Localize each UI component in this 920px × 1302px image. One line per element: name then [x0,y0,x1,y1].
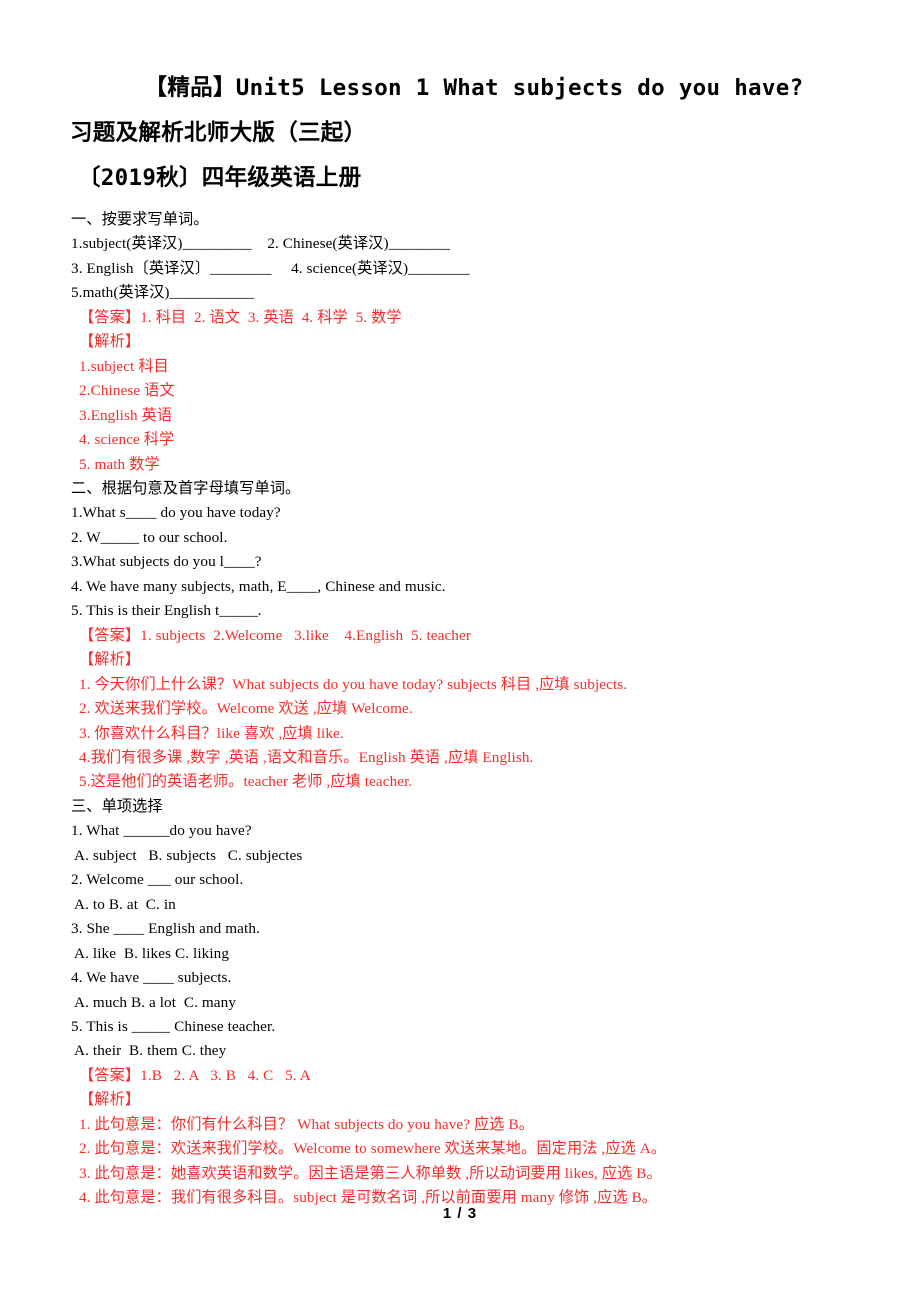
section-3-options-1: A. subject B. subjects C. subjectes [71,846,303,864]
document-page: 【精品】Unit5 Lesson 1 What subjects do you … [0,0,920,1302]
section-2-question-3: 3.What subjects do you l____? [71,553,262,571]
section-1-analysis-line-1: 1.subject 科目 [79,357,169,375]
section-3-analysis-line-3: 3. 此句意是：她喜欢英语和数学。因主语是第三人称单数 ,所以动词要用 like… [79,1164,662,1182]
section-2-heading: 二、根据句意及首字母填写单词。 [71,479,301,497]
section-3-question-4: 4. We have ____ subjects. [71,969,232,987]
section-3-analysis-label: 【解析】 [79,1091,141,1109]
section-1-answer-label: 【答案】 [79,308,141,326]
section-3-options-2: A. to B. at C. in [71,895,176,913]
section-3-options-4: A. much B. a lot C. many [71,993,237,1011]
section-1-analysis-line-2: 2.Chinese 语文 [79,382,175,400]
section-2-question-1: 1.What s____ do you have today? [71,504,281,522]
section-1-answer: 【答案】1. 科目 2. 语文 3. 英语 4. 科学 5. 数学 [71,306,871,330]
section-2-answer: 【答案】1. subjects 2.Welcome 3.like 4.Engli… [71,624,871,648]
section-1-question-2: 3. English〔英译汉〕________ 4. science(英译汉)_… [71,259,470,277]
section-3-answer: 【答案】1.B 2. A 3. B 4. C 5. A [71,1064,871,1088]
section-1-analysis-line-5: 5. math 数学 [79,455,160,473]
section-2-analysis-line-1: 1. 今天你们上什么课？What subjects do you have to… [79,675,628,693]
section-3-answer-label: 【答案】 [79,1066,141,1084]
section-3-heading: 三、单项选择 [71,797,163,815]
title-line-3: 〔2019秋〕四年级英语上册 [78,165,362,191]
section-2-answer-label: 【答案】 [79,626,141,644]
section-2-answer-text: 1. subjects 2.Welcome 3.like 4.English 5… [140,626,471,644]
section-3-question-5: 5. This is _____ Chinese teacher. [71,1017,276,1035]
section-2-analysis-line-3: 3. 你喜欢什么科目？like 喜欢 ,应填 like. [79,724,344,742]
section-3-options-3: A. like B. likes C. liking [71,944,230,962]
section-3-analysis-line-1: 1. 此句意是：你们有什么科目？ What subjects do you ha… [79,1115,534,1133]
section-2-question-2: 2. W_____ to our school. [71,528,228,546]
section-2-question-5: 5. This is their English t_____. [71,602,262,620]
page-number: 1 / 3 [442,1205,478,1222]
section-1-question-1: 1.subject(英译汉)_________ 2. Chinese(英译汉)_… [71,235,451,253]
section-1-analysis-line-4: 4. science 科学 [79,431,175,449]
section-3-analysis-line-2: 2. 此句意是：欢送来我们学校。Welcome to somewhere 欢送来… [79,1140,667,1158]
title-line-1: 【精品】Unit5 Lesson 1 What subjects do you … [144,75,804,101]
section-3-options-5: A. their B. them C. they [71,1042,227,1060]
section-2-analysis-label: 【解析】 [79,651,141,669]
section-2-analysis-line-5: 5.这是他们的英语老师。teacher 老师 ,应填 teacher. [79,773,413,791]
section-3-question-1: 1. What ______do you have? [71,822,252,840]
section-1-analysis-line-3: 3.English 英语 [79,406,173,424]
section-1-analysis-label: 【解析】 [79,333,141,351]
document-title: 【精品】Unit5 Lesson 1 What subjects do you … [70,66,860,201]
section-2-analysis-line-2: 2. 欢送来我们学校。Welcome 欢送 ,应填 Welcome. [79,700,413,718]
section-3-question-3: 3. She ____ English and math. [71,920,260,938]
title-line-2: 习题及解析北师大版（三起） [70,120,367,146]
section-1-answer-text: 1. 科目 2. 语文 3. 英语 4. 科学 5. 数学 [140,308,402,326]
section-1-heading: 一、按要求写单词。 [71,211,209,228]
document-body: 一、按要求写单词。 1.subject(英译汉)_________ 2. Chi… [71,208,871,1211]
section-3-question-2: 2. Welcome ___ our school. [71,871,244,889]
section-1-question-3: 5.math(英译汉)___________ [71,284,255,302]
section-2-analysis-line-4: 4.我们有很多课 ,数字 ,英语 ,语文和音乐。English 英语 ,应填 E… [79,748,534,766]
section-3-answer-text: 1.B 2. A 3. B 4. C 5. A [140,1066,311,1084]
section-2-question-4: 4. We have many subjects, math, E____, C… [71,577,446,595]
